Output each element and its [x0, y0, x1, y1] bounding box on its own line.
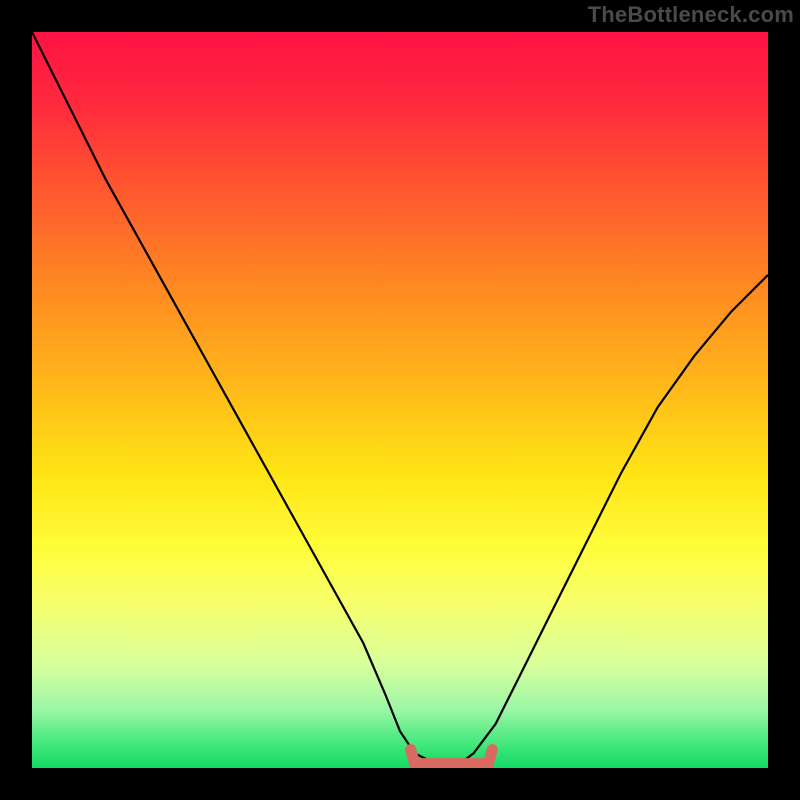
watermark-text: TheBottleneck.com	[588, 2, 794, 28]
plot-area	[32, 32, 768, 768]
bottleneck-curve	[32, 32, 768, 768]
chart-frame: TheBottleneck.com	[0, 0, 800, 800]
